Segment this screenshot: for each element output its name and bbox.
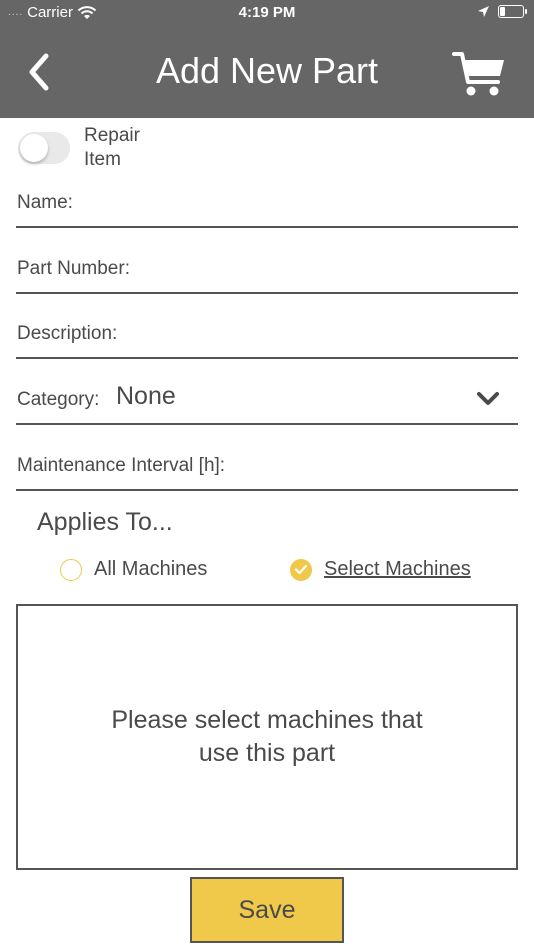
repair-item-toggle[interactable] bbox=[18, 132, 70, 164]
maintenance-interval-field[interactable]: Maintenance Interval [h]: bbox=[16, 442, 518, 491]
battery-icon bbox=[498, 5, 527, 18]
machines-empty-message: Please select machines that use this par… bbox=[111, 706, 423, 767]
maintenance-interval-label: Maintenance Interval [h]: bbox=[17, 455, 226, 476]
nav-bar: Add New Part bbox=[0, 28, 534, 118]
all-machines-radio[interactable] bbox=[60, 558, 82, 581]
cart-icon bbox=[452, 52, 504, 96]
category-label: Category: bbox=[17, 389, 100, 410]
applies-to-title: Applies To... bbox=[37, 508, 173, 536]
part-number-field[interactable]: Part Number: bbox=[16, 246, 518, 294]
name-label: Name: bbox=[17, 192, 73, 213]
status-bar: .... Carrier 4:19 PM bbox=[0, 0, 534, 28]
select-machines-option[interactable]: Select Machines bbox=[290, 558, 471, 581]
machines-list-box[interactable]: Please select machines that use this par… bbox=[16, 604, 518, 870]
description-label: Description: bbox=[17, 323, 118, 344]
select-machines-radio[interactable] bbox=[290, 558, 312, 581]
repair-item-label: Repair Item bbox=[84, 125, 140, 170]
location-arrow-icon bbox=[478, 6, 489, 17]
cart-button[interactable] bbox=[452, 48, 506, 98]
save-button[interactable]: Save bbox=[190, 877, 344, 943]
part-number-label: Part Number: bbox=[17, 258, 130, 279]
all-machines-label: All Machines bbox=[94, 558, 208, 580]
toggle-knob bbox=[20, 134, 48, 162]
checkmark-icon bbox=[294, 564, 307, 575]
battery-level bbox=[500, 7, 505, 16]
status-time: 4:19 PM bbox=[238, 4, 296, 21]
status-right bbox=[477, 5, 527, 18]
chevron-down-icon bbox=[477, 392, 499, 405]
all-machines-option[interactable]: All Machines bbox=[60, 558, 207, 581]
description-field[interactable]: Description: bbox=[16, 311, 518, 359]
category-select[interactable]: Category: None bbox=[16, 376, 518, 425]
repair-item-row: Repair Item bbox=[18, 124, 154, 172]
name-field[interactable]: Name: bbox=[16, 180, 518, 228]
category-value: None bbox=[116, 382, 176, 410]
select-machines-label: Select Machines bbox=[324, 558, 471, 580]
